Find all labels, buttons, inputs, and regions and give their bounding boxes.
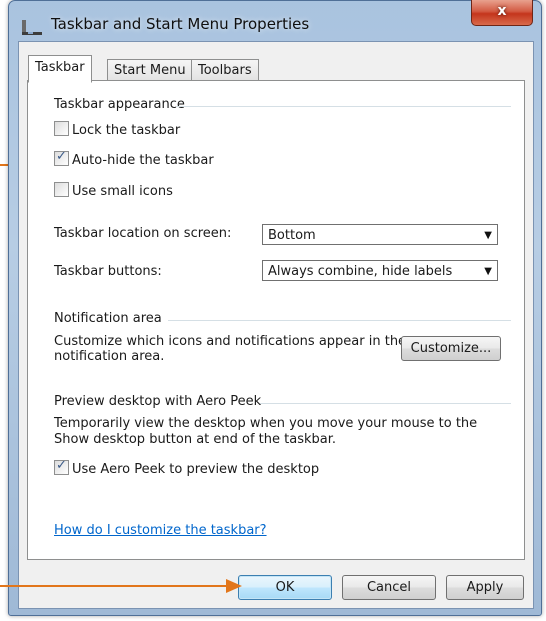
notification-text-line2: notification area. bbox=[54, 349, 165, 364]
lock-taskbar-label: Lock the taskbar bbox=[72, 123, 181, 138]
aero-text-line1: Temporarily view the desktop when you mo… bbox=[54, 416, 478, 431]
cancel-button[interactable]: Cancel bbox=[342, 575, 436, 600]
location-select[interactable]: Bottom ▼ bbox=[262, 224, 498, 245]
apply-button[interactable]: Apply bbox=[446, 575, 524, 600]
taskbar-buttons-select-value: Always combine, hide labels bbox=[268, 264, 453, 279]
ok-button[interactable]: OK bbox=[238, 575, 332, 600]
tab-taskbar[interactable]: Taskbar bbox=[28, 55, 92, 83]
autohide-taskbar-label: Auto-hide the taskbar bbox=[72, 153, 214, 168]
customize-button[interactable]: Customize... bbox=[401, 336, 501, 361]
location-select-value: Bottom bbox=[268, 228, 316, 243]
lock-taskbar-checkbox[interactable]: Lock the taskbar bbox=[54, 121, 180, 138]
tab-toolbars[interactable]: Toolbars bbox=[191, 59, 259, 81]
aero-peek-label: Use Aero Peek to preview the desktop bbox=[72, 462, 320, 477]
taskbar-icon bbox=[22, 20, 42, 35]
properties-window: Taskbar and Start Menu Properties x Task… bbox=[8, 0, 542, 616]
checkbox-box: ✓ bbox=[54, 458, 69, 475]
small-icons-label: Use small icons bbox=[72, 184, 173, 199]
dialog-client-area: Taskbar Start Menu Toolbars Taskbar appe… bbox=[18, 41, 534, 609]
aero-text-line2: Show desktop button at end of the taskba… bbox=[54, 432, 337, 447]
location-label: Taskbar location on screen: bbox=[54, 226, 232, 241]
tab-start-menu[interactable]: Start Menu bbox=[107, 59, 193, 81]
checkmark-icon: ✓ bbox=[56, 458, 67, 473]
annotation-arrow-ok bbox=[0, 579, 242, 593]
autohide-taskbar-checkbox[interactable]: ✓ Auto-hide the taskbar bbox=[54, 149, 214, 168]
group-divider bbox=[176, 106, 511, 107]
checkbox-box: ✓ bbox=[54, 149, 69, 166]
close-icon: x bbox=[497, 3, 507, 19]
checkbox-box bbox=[54, 182, 69, 197]
group-heading-aero-peek: Preview desktop with Aero Peek bbox=[54, 394, 262, 409]
group-heading-appearance: Taskbar appearance bbox=[54, 97, 185, 112]
group-divider bbox=[260, 403, 511, 404]
title-bar[interactable]: Taskbar and Start Menu Properties x bbox=[9, 0, 541, 39]
checkmark-icon: ✓ bbox=[56, 149, 67, 164]
close-button[interactable]: x bbox=[471, 0, 533, 26]
help-link[interactable]: How do I customize the taskbar? bbox=[54, 523, 267, 538]
buttons-label: Taskbar buttons: bbox=[54, 264, 162, 279]
window-title: Taskbar and Start Menu Properties bbox=[51, 15, 310, 33]
dropdown-arrow-icon: ▼ bbox=[484, 230, 492, 241]
taskbar-buttons-select[interactable]: Always combine, hide labels ▼ bbox=[262, 260, 498, 281]
checkbox-box bbox=[54, 121, 69, 136]
notification-text-line1: Customize which icons and notifications … bbox=[54, 334, 407, 349]
aero-peek-checkbox[interactable]: ✓ Use Aero Peek to preview the desktop bbox=[54, 458, 320, 477]
tab-panel-taskbar: Taskbar appearance Lock the taskbar ✓ Aut… bbox=[27, 80, 525, 560]
group-divider bbox=[168, 320, 511, 321]
small-icons-checkbox[interactable]: Use small icons bbox=[54, 182, 173, 199]
group-heading-notification: Notification area bbox=[54, 311, 162, 326]
dropdown-arrow-icon: ▼ bbox=[484, 266, 492, 277]
